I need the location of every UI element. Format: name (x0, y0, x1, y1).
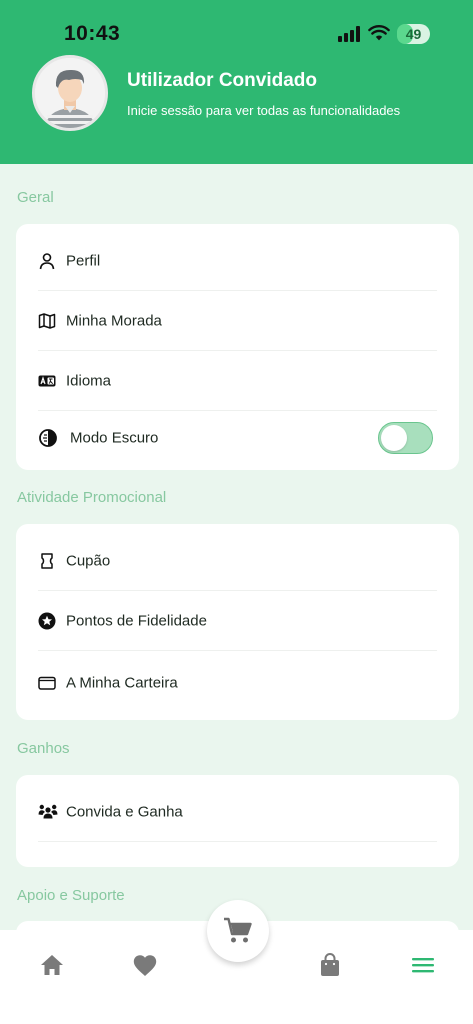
coupon-icon (41, 553, 53, 569)
star-badge-icon (38, 612, 56, 630)
card-general: Perfil Minha Morada Idioma Modo Escuro (16, 224, 459, 470)
section-title-promo: Atividade Promocional (17, 489, 167, 506)
contrast-icon (39, 429, 57, 447)
menu-item-dark-mode: Modo Escuro (38, 408, 437, 468)
bag-icon[interactable] (315, 950, 345, 980)
group-icon (38, 804, 58, 819)
map-icon (38, 313, 56, 329)
battery-indicator: 49 (397, 24, 430, 44)
wallet-icon (38, 676, 56, 690)
language-icon (38, 375, 56, 387)
menu-item-wallet[interactable]: A Minha Carteira (38, 653, 437, 713)
menu-item-label: A Minha Carteira (66, 674, 178, 692)
profile-header: 10:43 49 Utilizador Convidado Inicie ses… (0, 0, 473, 164)
card-promo: Cupão Pontos de Fidelidade A Minha Carte… (16, 524, 459, 720)
signal-icon (338, 26, 362, 42)
card-earnings: Convida e Ganha (16, 775, 459, 867)
menu-item-label: Idioma (66, 372, 112, 390)
cart-icon (224, 917, 252, 943)
menu-item-loyalty-points[interactable]: Pontos de Fidelidade (38, 591, 437, 651)
status-time: 10:43 (64, 22, 121, 45)
menu-item-label: Modo Escuro (70, 429, 159, 447)
menu-item-label: Pontos de Fidelidade (66, 612, 207, 630)
cart-button[interactable] (207, 900, 269, 962)
person-icon (39, 253, 55, 270)
toggle-knob (381, 425, 407, 451)
section-title-general: Geral (17, 189, 54, 206)
menu-item-invite-earn[interactable]: Convida e Ganha (38, 782, 437, 842)
profile-name: Utilizador Convidado (127, 70, 317, 91)
menu-item-label: Cupão (66, 552, 111, 570)
dark-mode-toggle[interactable] (378, 422, 433, 454)
menu-item-profile[interactable]: Perfil (38, 231, 437, 291)
menu-item-address[interactable]: Minha Morada (38, 291, 437, 351)
section-title-support: Apoio e Suporte (17, 887, 125, 904)
section-title-earnings: Ganhos (17, 740, 70, 757)
menu-item-label: Minha Morada (66, 312, 162, 330)
status-bar: 10:43 49 (0, 0, 473, 62)
menu-icon[interactable] (408, 950, 438, 980)
menu-item-label: Perfil (66, 252, 101, 270)
menu-item-label: Convida e Ganha (66, 803, 183, 821)
menu-item-coupon[interactable]: Cupão (38, 531, 437, 591)
wifi-icon (368, 25, 390, 41)
user-avatar-icon[interactable] (32, 55, 108, 131)
battery-level: 49 (405, 26, 422, 42)
profile-subtitle: Inicie sessão para ver todas as funciona… (127, 103, 401, 118)
home-icon[interactable] (37, 950, 67, 980)
heart-icon[interactable] (130, 950, 160, 980)
menu-item-language[interactable]: Idioma (38, 351, 437, 411)
